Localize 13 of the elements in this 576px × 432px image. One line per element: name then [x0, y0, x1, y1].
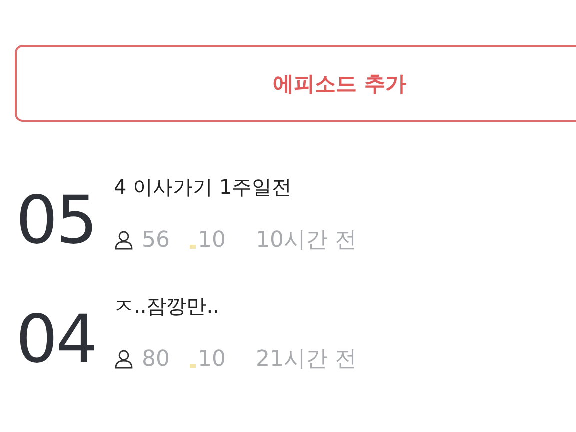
- episode-number: 05: [16, 188, 96, 254]
- episode-number: 04: [16, 307, 96, 373]
- view-count: 56: [142, 228, 170, 252]
- like-count: 10: [198, 346, 226, 372]
- like-count: 10: [198, 228, 226, 252]
- person-icon: [114, 349, 134, 369]
- add-episode-button[interactable]: 에피소드 추가: [15, 45, 576, 122]
- episode-title[interactable]: ㅈ..잠깡만..: [114, 293, 357, 320]
- episode-title[interactable]: 4 이사가기 1주일전: [114, 174, 357, 201]
- time-ago: 10시간 전: [256, 227, 357, 255]
- time-ago: 21시간 전: [256, 346, 357, 374]
- person-icon: [114, 230, 134, 250]
- view-count: 80: [142, 346, 170, 372]
